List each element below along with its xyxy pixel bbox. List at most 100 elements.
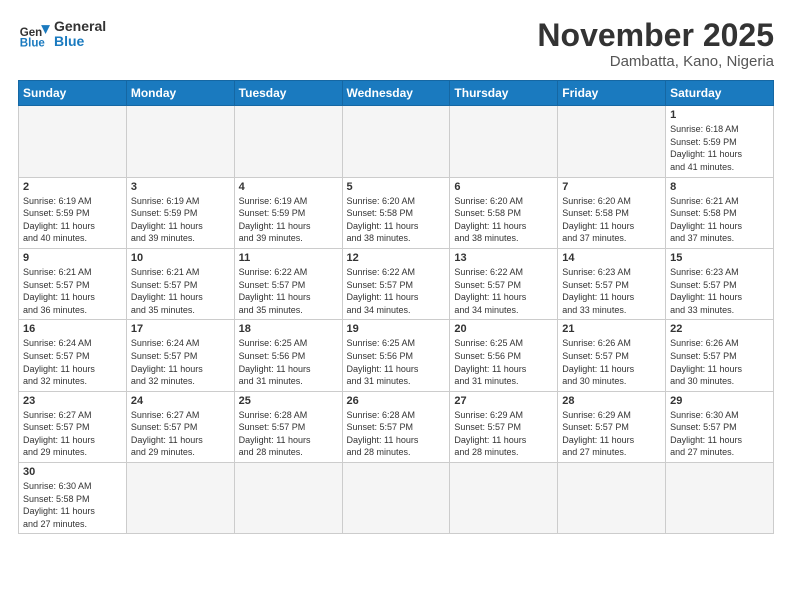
day-number: 13 xyxy=(454,252,553,264)
day-number: 24 xyxy=(131,395,230,407)
day-number: 17 xyxy=(131,323,230,335)
week-row-3: 9 Sunrise: 6:21 AM Sunset: 5:57 PM Daylig… xyxy=(19,248,774,319)
calendar-cell: 17Sunrise: 6:24 AM Sunset: 5:57 PM Dayli… xyxy=(126,320,234,391)
calendar-cell xyxy=(234,106,342,177)
day-info: Sunrise: 6:22 AM Sunset: 5:57 PM Dayligh… xyxy=(454,266,553,316)
day-info: Sunrise: 6:26 AM Sunset: 5:57 PM Dayligh… xyxy=(670,337,769,387)
day-info: Sunrise: 6:29 AM Sunset: 5:57 PM Dayligh… xyxy=(454,409,553,459)
weekday-header-tuesday: Tuesday xyxy=(234,81,342,106)
weekday-header-wednesday: Wednesday xyxy=(342,81,450,106)
calendar-cell: 29Sunrise: 6:30 AM Sunset: 5:57 PM Dayli… xyxy=(666,391,774,462)
weekday-header-friday: Friday xyxy=(558,81,666,106)
day-info: Sunrise: 6:25 AM Sunset: 5:56 PM Dayligh… xyxy=(454,337,553,387)
day-info: Sunrise: 6:25 AM Sunset: 5:56 PM Dayligh… xyxy=(239,337,338,387)
calendar-cell: 28Sunrise: 6:29 AM Sunset: 5:57 PM Dayli… xyxy=(558,391,666,462)
calendar-cell xyxy=(19,106,127,177)
day-number: 2 xyxy=(23,181,122,193)
title-block: November 2025 Dambatta, Kano, Nigeria xyxy=(537,18,774,70)
calendar-cell: 1 Sunrise: 6:18 AM Sunset: 5:59 PM Daylig… xyxy=(666,106,774,177)
calendar-cell xyxy=(126,463,234,534)
calendar-cell: 5 Sunrise: 6:20 AM Sunset: 5:58 PM Daylig… xyxy=(342,177,450,248)
calendar-cell: 7Sunrise: 6:20 AM Sunset: 5:58 PM Daylig… xyxy=(558,177,666,248)
weekday-header-thursday: Thursday xyxy=(450,81,558,106)
calendar-cell: 27 Sunrise: 6:29 AM Sunset: 5:57 PM Dayli… xyxy=(450,391,558,462)
calendar-cell: 6 Sunrise: 6:20 AM Sunset: 5:58 PM Daylig… xyxy=(450,177,558,248)
day-info: Sunrise: 6:24 AM Sunset: 5:57 PM Dayligh… xyxy=(23,337,122,387)
day-info: Sunrise: 6:19 AM Sunset: 5:59 PM Dayligh… xyxy=(131,195,230,245)
week-row-5: 23Sunrise: 6:27 AM Sunset: 5:57 PM Dayli… xyxy=(19,391,774,462)
week-row-1: 1 Sunrise: 6:18 AM Sunset: 5:59 PM Daylig… xyxy=(19,106,774,177)
weekday-header-sunday: Sunday xyxy=(19,81,127,106)
calendar-cell: 19 Sunrise: 6:25 AM Sunset: 5:56 PM Dayli… xyxy=(342,320,450,391)
day-info: Sunrise: 6:30 AM Sunset: 5:58 PM Dayligh… xyxy=(23,480,122,530)
calendar-cell xyxy=(558,463,666,534)
day-info: Sunrise: 6:19 AM Sunset: 5:59 PM Dayligh… xyxy=(239,195,338,245)
day-number: 12 xyxy=(347,252,446,264)
day-number: 25 xyxy=(239,395,338,407)
calendar-cell: 16 Sunrise: 6:24 AM Sunset: 5:57 PM Dayli… xyxy=(19,320,127,391)
calendar-cell: 15Sunrise: 6:23 AM Sunset: 5:57 PM Dayli… xyxy=(666,248,774,319)
svg-text:Blue: Blue xyxy=(20,37,46,49)
calendar-cell: 14 Sunrise: 6:23 AM Sunset: 5:57 PM Dayli… xyxy=(558,248,666,319)
logo-icon: Gen Blue xyxy=(18,18,50,50)
day-number: 21 xyxy=(562,323,661,335)
day-info: Sunrise: 6:21 AM Sunset: 5:58 PM Dayligh… xyxy=(670,195,769,245)
calendar-cell xyxy=(342,106,450,177)
logo-text-general: General xyxy=(54,19,106,34)
day-info: Sunrise: 6:26 AM Sunset: 5:57 PM Dayligh… xyxy=(562,337,661,387)
calendar-cell xyxy=(558,106,666,177)
calendar-cell: 24 Sunrise: 6:27 AM Sunset: 5:57 PM Dayli… xyxy=(126,391,234,462)
month-title: November 2025 xyxy=(537,18,774,53)
day-number: 19 xyxy=(347,323,446,335)
day-info: Sunrise: 6:28 AM Sunset: 5:57 PM Dayligh… xyxy=(347,409,446,459)
calendar-cell: 2Sunrise: 6:19 AM Sunset: 5:59 PM Daylig… xyxy=(19,177,127,248)
calendar-cell: 9Sunrise: 6:21 AM Sunset: 5:57 PM Daylig… xyxy=(19,248,127,319)
day-number: 10 xyxy=(131,252,230,264)
weekday-header-saturday: Saturday xyxy=(666,81,774,106)
calendar-cell xyxy=(234,463,342,534)
week-row-6: 30 Sunrise: 6:30 AM Sunset: 5:58 PM Dayli… xyxy=(19,463,774,534)
day-info: Sunrise: 6:29 AM Sunset: 5:57 PM Dayligh… xyxy=(562,409,661,459)
day-number: 5 xyxy=(347,181,446,193)
day-number: 30 xyxy=(23,466,122,478)
day-info: Sunrise: 6:25 AM Sunset: 5:56 PM Dayligh… xyxy=(347,337,446,387)
day-number: 7 xyxy=(562,181,661,193)
calendar-cell: 22 Sunrise: 6:26 AM Sunset: 5:57 PM Dayli… xyxy=(666,320,774,391)
day-info: Sunrise: 6:20 AM Sunset: 5:58 PM Dayligh… xyxy=(347,195,446,245)
day-number: 14 xyxy=(562,252,661,264)
day-number: 27 xyxy=(454,395,553,407)
calendar-cell: 26Sunrise: 6:28 AM Sunset: 5:57 PM Dayli… xyxy=(342,391,450,462)
day-number: 18 xyxy=(239,323,338,335)
day-info: Sunrise: 6:27 AM Sunset: 5:57 PM Dayligh… xyxy=(131,409,230,459)
day-info: Sunrise: 6:18 AM Sunset: 5:59 PM Dayligh… xyxy=(670,123,769,173)
day-number: 16 xyxy=(23,323,122,335)
day-number: 9 xyxy=(23,252,122,264)
day-info: Sunrise: 6:23 AM Sunset: 5:57 PM Dayligh… xyxy=(670,266,769,316)
day-number: 22 xyxy=(670,323,769,335)
day-info: Sunrise: 6:27 AM Sunset: 5:57 PM Dayligh… xyxy=(23,409,122,459)
calendar-cell: 11Sunrise: 6:22 AM Sunset: 5:57 PM Dayli… xyxy=(234,248,342,319)
day-info: Sunrise: 6:20 AM Sunset: 5:58 PM Dayligh… xyxy=(454,195,553,245)
location-subtitle: Dambatta, Kano, Nigeria xyxy=(537,53,774,70)
calendar-cell: 18 Sunrise: 6:25 AM Sunset: 5:56 PM Dayli… xyxy=(234,320,342,391)
week-row-4: 16 Sunrise: 6:24 AM Sunset: 5:57 PM Dayli… xyxy=(19,320,774,391)
calendar-cell: 10 Sunrise: 6:21 AM Sunset: 5:57 PM Dayli… xyxy=(126,248,234,319)
day-number: 8 xyxy=(670,181,769,193)
calendar-cell xyxy=(126,106,234,177)
day-number: 20 xyxy=(454,323,553,335)
day-info: Sunrise: 6:28 AM Sunset: 5:57 PM Dayligh… xyxy=(239,409,338,459)
calendar-table: SundayMondayTuesdayWednesdayThursdayFrid… xyxy=(18,80,774,534)
calendar-cell xyxy=(450,463,558,534)
day-number: 6 xyxy=(454,181,553,193)
day-number: 4 xyxy=(239,181,338,193)
calendar-cell xyxy=(450,106,558,177)
day-number: 1 xyxy=(670,109,769,121)
calendar-cell xyxy=(342,463,450,534)
weekday-header-row: SundayMondayTuesdayWednesdayThursdayFrid… xyxy=(19,81,774,106)
day-info: Sunrise: 6:21 AM Sunset: 5:57 PM Dayligh… xyxy=(131,266,230,316)
week-row-2: 2 Sunrise: 6:19 AM Sunset: 5:59 PM Daylig… xyxy=(19,177,774,248)
day-info: Sunrise: 6:23 AM Sunset: 5:57 PM Dayligh… xyxy=(562,266,661,316)
calendar-cell xyxy=(666,463,774,534)
calendar-cell: 13 Sunrise: 6:22 AM Sunset: 5:57 PM Dayli… xyxy=(450,248,558,319)
day-info: Sunrise: 6:22 AM Sunset: 5:57 PM Dayligh… xyxy=(239,266,338,316)
